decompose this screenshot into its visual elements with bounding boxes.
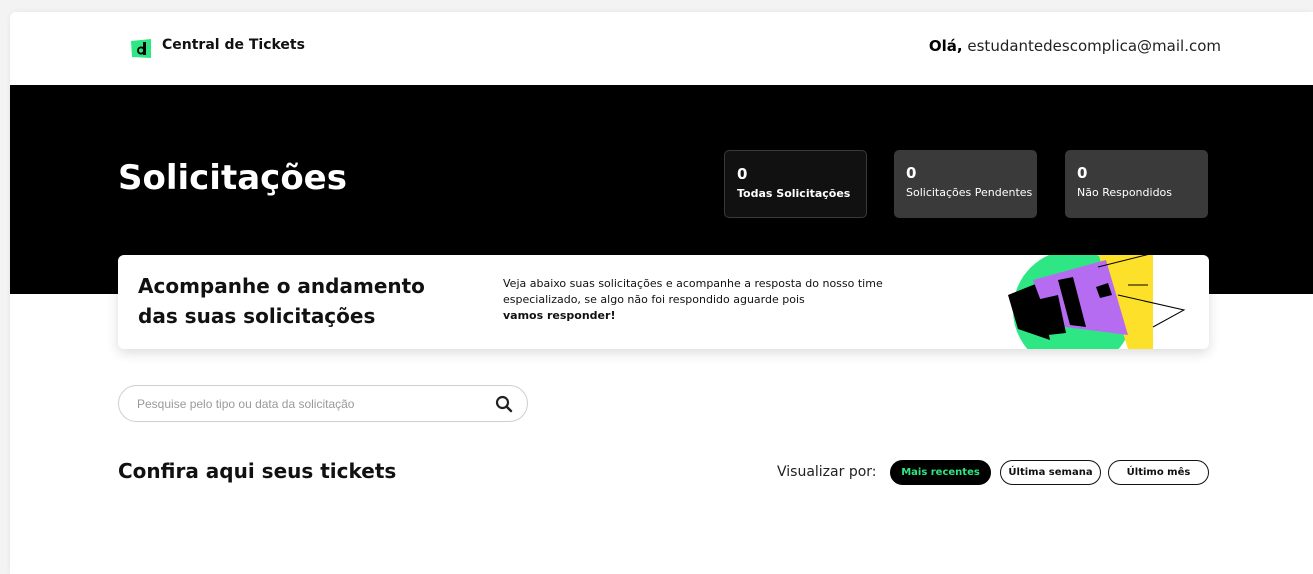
tickets-section-title: Confira aqui seus tickets	[118, 459, 397, 483]
info-card-title-line1: Acompanhe o andamento	[138, 274, 425, 298]
stat-unanswered[interactable]: 0 Não Respondidos	[1065, 150, 1208, 218]
megaphone-illustration	[1008, 255, 1186, 349]
search-icon[interactable]	[495, 395, 513, 413]
user-email: estudantedescomplica@mail.com	[967, 37, 1221, 55]
stat-all-requests[interactable]: 0 Todas Solicitações	[724, 150, 867, 218]
stat-label: Solicitações Pendentes	[906, 186, 1033, 199]
search-box[interactable]	[118, 385, 528, 422]
info-card: Acompanhe o andamento das suas solicitaç…	[118, 255, 1209, 349]
info-card-description: Veja abaixo suas solicitações e acompanh…	[503, 277, 883, 306]
filter-last-month[interactable]: Último mês	[1108, 460, 1209, 485]
filter-most-recent[interactable]: Mais recentes	[890, 460, 991, 485]
info-card-title-line2: das suas solicitações	[138, 304, 376, 328]
info-card-title: Acompanhe o andamento das suas solicitaç…	[138, 271, 438, 331]
app-frame: Central de Tickets Olá, estudantedescomp…	[10, 12, 1313, 574]
stat-label: Todas Solicitações	[737, 187, 851, 200]
page-title: Solicitações	[118, 158, 347, 198]
search-input[interactable]	[137, 395, 477, 413]
info-card-emphasis: vamos responder!	[503, 309, 616, 322]
greeting-prefix: Olá,	[928, 37, 963, 55]
user-greeting[interactable]: Olá, estudantedescomplica@mail.com	[929, 37, 1221, 55]
stat-pending-requests[interactable]: 0 Solicitações Pendentes	[894, 150, 1037, 218]
stat-value: 0	[737, 165, 748, 183]
stat-value: 0	[906, 164, 917, 182]
stat-value: 0	[1077, 164, 1088, 182]
info-card-text: Veja abaixo suas solicitações e acompanh…	[503, 276, 888, 324]
filter-last-week[interactable]: Última semana	[1000, 460, 1101, 485]
brand-title[interactable]: Central de Tickets	[162, 37, 305, 53]
view-by-label: Visualizar por:	[777, 464, 877, 480]
descomplica-logo-icon[interactable]	[130, 37, 152, 59]
top-navbar: Central de Tickets Olá, estudantedescomp…	[10, 12, 1313, 85]
stat-label: Não Respondidos	[1077, 186, 1173, 199]
